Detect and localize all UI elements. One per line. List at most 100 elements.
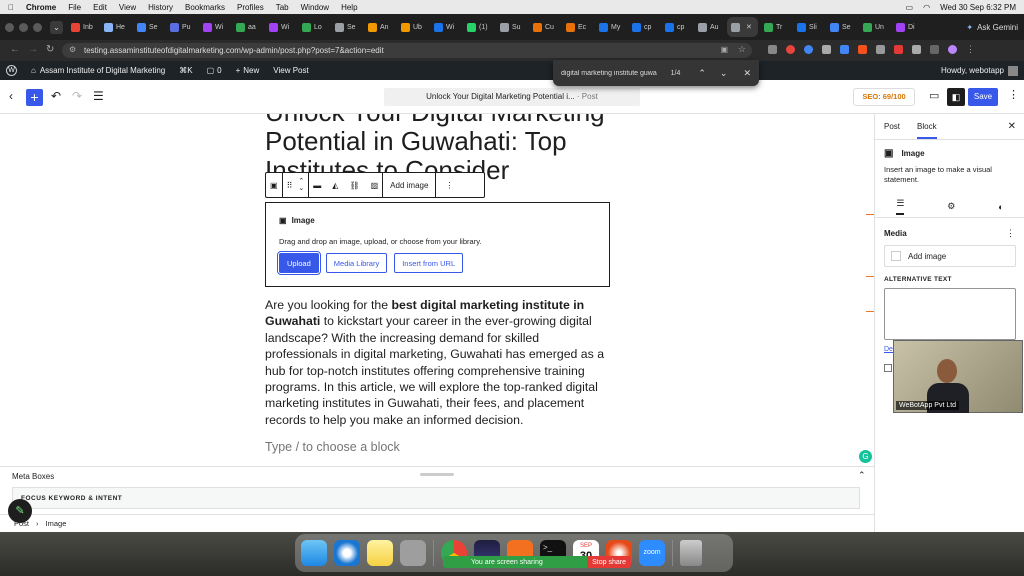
browser-tab[interactable]: Sli xyxy=(793,17,824,37)
media-options-icon[interactable]: ⋮ xyxy=(1006,228,1015,239)
browser-tab[interactable]: cp xyxy=(661,17,692,37)
link-icon[interactable]: ⛓ xyxy=(349,181,359,190)
notes-icon[interactable] xyxy=(367,540,393,566)
browser-tab[interactable]: My xyxy=(595,17,626,37)
grammarly-ext-icon[interactable] xyxy=(894,45,903,54)
document-overview-icon[interactable]: ☰ xyxy=(93,89,104,103)
browser-tab[interactable]: aa xyxy=(232,17,263,37)
site-name-link[interactable]: ⌂ Assam Institute of Digital Marketing xyxy=(31,66,165,75)
back-icon[interactable]: ← xyxy=(10,44,20,55)
menu-file[interactable]: File xyxy=(68,3,81,12)
save-button[interactable]: Save xyxy=(968,88,998,106)
browser-tab[interactable]: Di xyxy=(892,17,923,37)
c-ext-icon[interactable] xyxy=(804,45,813,54)
meta-boxes-title[interactable]: Meta Boxes xyxy=(12,472,54,481)
browser-tab[interactable]: Ub xyxy=(397,17,428,37)
menu-help[interactable]: Help xyxy=(341,3,357,12)
forward-icon[interactable]: → xyxy=(28,44,38,55)
block-switcher[interactable]: ▣ xyxy=(266,173,283,197)
block-options-icon[interactable]: ⋮ xyxy=(436,173,462,197)
add-block-button[interactable]: + xyxy=(26,89,43,106)
media-library-button[interactable]: Media Library xyxy=(325,253,388,273)
decorative-checkbox[interactable] xyxy=(884,364,892,372)
preview-icon[interactable]: ▭ xyxy=(929,89,939,102)
close-icon[interactable]: ✕ xyxy=(1008,121,1016,132)
browser-tab[interactable]: Se xyxy=(331,17,362,37)
tab-post[interactable]: Post xyxy=(884,122,900,131)
back-chevron-icon[interactable]: ‹ xyxy=(9,89,13,103)
caption-icon[interactable]: ▨ xyxy=(371,181,379,190)
close-window-button[interactable] xyxy=(5,22,14,32)
badge-ext-icon[interactable] xyxy=(858,45,867,54)
bookmark-star-icon[interactable]: ☆ xyxy=(738,44,746,55)
address-bar[interactable]: ⚙ testing.assaminstituteofdigitalmarketi… xyxy=(62,43,752,58)
profile-avatar[interactable] xyxy=(948,45,957,54)
menu-profiles[interactable]: Profiles xyxy=(237,3,264,12)
move-arrows-icon[interactable]: ⌃ ⌄ xyxy=(298,178,304,192)
browser-tab[interactable]: Wi xyxy=(430,17,461,37)
resize-handle[interactable] xyxy=(420,473,454,476)
block-ext-icon[interactable] xyxy=(786,45,795,54)
find-input[interactable]: digital marketing institute guwa xyxy=(561,70,663,77)
browser-tab[interactable]: Su xyxy=(496,17,527,37)
camera-ext-icon[interactable] xyxy=(768,45,777,54)
stop-share-button[interactable]: Stop share xyxy=(587,556,631,568)
browser-tab[interactable]: Se xyxy=(826,17,857,37)
gear-icon[interactable]: ⚙ xyxy=(947,201,955,212)
close-tab-icon[interactable]: ✕ xyxy=(746,23,752,31)
menu-edit[interactable]: Edit xyxy=(93,3,107,12)
finder-icon[interactable] xyxy=(301,540,327,566)
new-content-link[interactable]: + New xyxy=(236,66,260,75)
menu-history[interactable]: History xyxy=(148,3,173,12)
default-block-appender[interactable]: Type / to choose a block xyxy=(265,440,400,454)
comments-link[interactable]: ▢ 0 xyxy=(207,66,222,75)
trash-icon[interactable] xyxy=(680,540,702,566)
browser-tab[interactable]: cp xyxy=(628,17,659,37)
browser-tab[interactable]: Au xyxy=(694,17,725,37)
browser-tab[interactable]: (1) xyxy=(463,17,494,37)
undo-icon[interactable]: ↶ xyxy=(51,89,61,103)
browser-tab[interactable]: Pu xyxy=(166,17,197,37)
g-ext-icon[interactable] xyxy=(840,45,849,54)
document-bar[interactable]: Unlock Your Digital Marketing Potential … xyxy=(384,88,640,106)
menu-view[interactable]: View xyxy=(119,3,136,12)
find-previous-icon[interactable]: ⌃ xyxy=(698,68,706,79)
system-settings-icon[interactable] xyxy=(400,540,426,566)
image-placeholder[interactable]: ▣ Image Drag and drop an image, upload, o… xyxy=(265,202,610,287)
safari-icon[interactable] xyxy=(334,540,360,566)
puzzle-icon[interactable] xyxy=(912,45,921,54)
find-close-icon[interactable]: ✕ xyxy=(743,68,751,79)
find-next-icon[interactable]: ⌄ xyxy=(720,68,728,79)
focus-keyword-panel[interactable]: FOCUS KEYWORD & INTENT xyxy=(12,487,860,509)
pen-tool-icon[interactable]: ✎ xyxy=(8,499,32,523)
battery-icon[interactable]: ▭ xyxy=(906,3,914,12)
apple-icon[interactable]:  xyxy=(8,3,14,12)
add-image-toolbar-button[interactable]: Add image xyxy=(383,173,437,197)
drag-handle-icon[interactable]: ⠿ xyxy=(287,181,293,190)
edit-ext-icon[interactable] xyxy=(876,45,885,54)
breadcrumb-image[interactable]: Image xyxy=(46,519,67,528)
browser-tab[interactable]: Lo xyxy=(298,17,329,37)
browser-tab[interactable]: Inb xyxy=(67,17,98,37)
settings-list-icon[interactable]: ☰ xyxy=(896,198,905,215)
sidebar-ext-icon[interactable] xyxy=(930,45,939,54)
collapse-chevron-icon[interactable]: ⌃ xyxy=(858,470,866,481)
browser-tab[interactable]: An xyxy=(364,17,395,37)
ask-gemini-button[interactable]: ✦ Ask Gemini xyxy=(966,23,1018,32)
reload-icon[interactable]: ↻ xyxy=(46,44,54,55)
webcam-video[interactable]: WeBotApp Pvt Ltd xyxy=(893,340,1023,413)
command-palette-link[interactable]: ⌘K xyxy=(179,66,192,75)
menu-chrome[interactable]: Chrome xyxy=(26,3,56,12)
redo-icon[interactable]: ↷ xyxy=(72,89,82,103)
settings-sidebar-toggle-icon[interactable]: ◧ xyxy=(947,88,965,106)
browser-tab[interactable]: Un xyxy=(859,17,890,37)
insert-from-url-button[interactable]: Insert from URL xyxy=(394,253,464,273)
styles-half-circle-icon[interactable]: ◐ xyxy=(998,202,1003,212)
options-menu-icon[interactable]: ⋮ xyxy=(1008,88,1019,101)
zoom-window-button[interactable] xyxy=(33,22,42,32)
browser-tab[interactable]: Wi xyxy=(265,17,296,37)
zoom-icon[interactable]: zoom xyxy=(639,540,665,566)
menu-tab[interactable]: Tab xyxy=(276,3,289,12)
browser-tab[interactable]: ✕ xyxy=(727,17,758,37)
grammarly-icon[interactable]: G xyxy=(859,450,872,463)
